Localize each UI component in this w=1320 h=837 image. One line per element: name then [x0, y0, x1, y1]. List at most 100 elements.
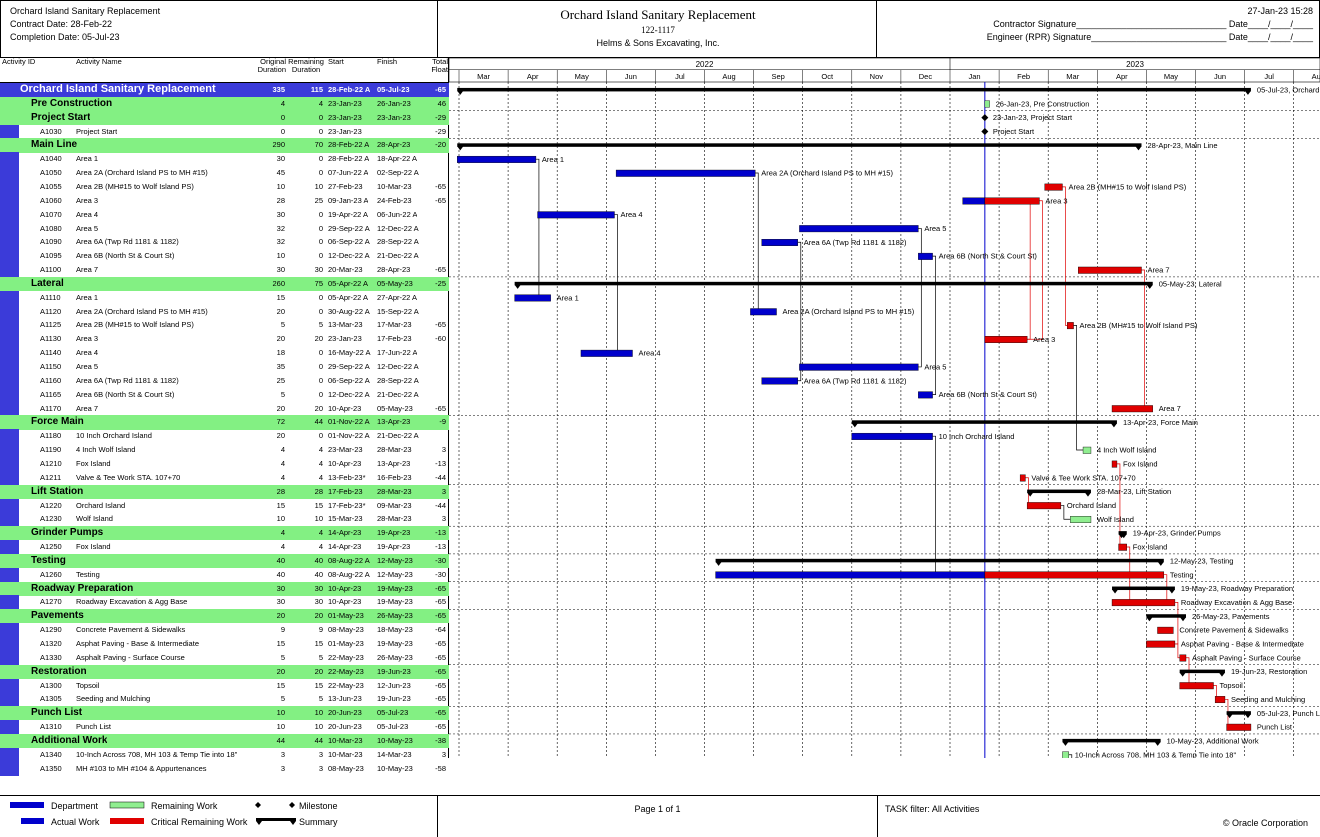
cell-activity-name: Restoration [31, 665, 87, 677]
col-remaining-duration[interactable]: Remaining Duration [287, 58, 325, 82]
table-row[interactable]: A1340 10-Inch Across 708, MH 103 & Temp T… [0, 748, 449, 762]
col-original-duration[interactable]: Original Duration [250, 58, 286, 82]
cell-remaining-duration: 0 [318, 292, 323, 302]
group-row[interactable]: Grinder Pumps 4 4 14-Apr-23 19-Apr-23 -13 [0, 526, 449, 541]
table-row[interactable]: A1220 Orchard Island 15 15 17-Feb-23* 09-Mar-… [0, 499, 449, 513]
cell-activity-id: A1090 [40, 237, 62, 247]
cell-total-float: -65 [435, 403, 446, 413]
cell-remaining-duration: 44 [314, 735, 323, 745]
table-row[interactable]: A1320 Asphat Paving - Base & Intermediate… [0, 637, 449, 651]
table-row[interactable]: A1300 Topsoil 15 15 22-May-23 12-Jun-23 -65 [0, 679, 449, 693]
group-row[interactable]: Punch List 10 10 20-Jun-23 05-Jul-23 -65 [0, 706, 449, 721]
table-row[interactable]: A1230 Wolf Island 10 10 15-Mar-23 28-Mar-23 3 [0, 512, 449, 526]
table-row[interactable]: A1180 10 Inch Orchard Island 20 0 01-Nov-22 … [0, 429, 449, 443]
table-row[interactable]: A1070 Area 4 30 0 19-Apr-22 A 06-Jun-22 A [0, 208, 449, 222]
table-row[interactable]: A1150 Area 5 35 0 29-Sep-22 A 12-Dec-22 A [0, 360, 449, 374]
cell-start: 17-Feb-23* [328, 500, 366, 510]
group-row[interactable]: Main Line 290 70 28-Feb-22 A 28-Apr-23 -20 [0, 138, 449, 153]
bar-label: 10-Inch Across 708, MH 103 & Temp Tie in… [1075, 750, 1237, 758]
cell-remaining-duration: 0 [318, 251, 323, 261]
cell-finish: 09-Mar-23 [377, 500, 412, 510]
cell-total-float: -44 [435, 472, 446, 482]
table-row[interactable]: A1310 Punch List 10 10 20-Jun-23 05-Jul-23 -65 [0, 720, 449, 734]
cell-activity-name: Roadway Excavation & Agg Base [76, 597, 188, 607]
table-row[interactable]: A1060 Area 3 28 25 09-Jan-23 A 24-Feb-23 -65 [0, 194, 449, 208]
cell-finish: 13-Apr-23 [377, 417, 411, 427]
summary-bar [851, 420, 1117, 424]
table-row[interactable]: A1305 Seeding and Mulching 5 5 13-Jun-23 19-J… [0, 692, 449, 706]
cell-original-duration: 10 [276, 722, 285, 732]
table-row[interactable]: A1130 Area 3 20 20 23-Jan-23 17-Feb-23 -60 [0, 332, 449, 346]
cell-start: 29-Sep-22 A [328, 362, 370, 371]
cell-original-duration: 4 [280, 528, 285, 538]
cell-original-duration: 25 [276, 375, 285, 385]
table-row[interactable]: A1350 MH #103 to MH #104 & Appurtenances 3… [0, 762, 449, 776]
table-row[interactable]: A1160 Area 6A (Twp Rd 1181 & 1182) 25 0 06-S… [0, 374, 449, 388]
table-row[interactable]: A1270 Roadway Excavation & Agg Base 30 30 10… [0, 595, 449, 609]
group-row[interactable]: Additional Work 44 44 10-Mar-23 10-May-23 -38 [0, 733, 449, 749]
table-row[interactable]: A1095 Area 6B (North St & Court St) 10 0 12-… [0, 249, 449, 263]
group-row[interactable]: Project Start 0 0 23-Jan-23 23-Jan-23 -29 [0, 110, 449, 125]
col-total-float[interactable]: Total Float [425, 58, 448, 82]
group-row[interactable]: Pavements 20 20 01-May-23 26-May-23 -65 [0, 609, 449, 624]
table-row[interactable]: A1211 Valve & Tee Work STA. 107+70 4 4 13-Fe… [0, 471, 449, 485]
cell-original-duration: 9 [280, 625, 285, 635]
indent-strip [0, 318, 19, 333]
bar-label: Area 6A (Twp Rd 1181 & 1182) [804, 238, 907, 247]
cell-activity-name: Lateral [31, 277, 64, 289]
group-row[interactable]: Lateral 260 75 05-Apr-22 A 05-May-23 -25 [0, 276, 449, 292]
cell-start: 20-Jun-23 [328, 708, 362, 718]
actual-bar [761, 377, 798, 385]
cell-total-float: 3 [441, 514, 446, 524]
relationship-line [750, 172, 759, 312]
group-row[interactable]: Testing 40 40 08-Aug-22 A 12-May-23 -30 [0, 553, 449, 569]
group-row[interactable]: Pre Construction 4 4 23-Jan-23 26-Jan-23 46 [0, 96, 449, 111]
table-row[interactable]: A1040 Area 1 30 0 28-Feb-22 A 18-Apr-22 A [0, 152, 449, 166]
cell-remaining-duration: 0 [318, 431, 323, 441]
table-row[interactable]: A1030 Project Start 0 0 23-Jan-23 -29 [0, 125, 449, 139]
table-row[interactable]: A1290 Concrete Pavement & Sidewalks 9 9 08-M… [0, 623, 449, 637]
table-row[interactable]: A1125 Area 2B (MH#15 to Wolf Island PS) 5 5… [0, 318, 449, 332]
bar-label: 05-Jul-23, Punch List [1257, 709, 1320, 718]
cell-activity-name: Orchard Island Sanitary Replacement [20, 83, 216, 95]
cell-activity-id: A1060 [40, 195, 62, 205]
group-row[interactable]: Force Main 72 44 01-Nov-22 A 13-Apr-23 -9 [0, 415, 449, 430]
table-row[interactable]: A1260 Testing 40 40 08-Aug-22 A 12-May-23 -30 [0, 568, 449, 582]
table-row[interactable]: A1250 Fox Island 4 4 14-Apr-23 19-Apr-23 -13 [0, 540, 449, 554]
col-activity-id[interactable]: Activity ID [2, 58, 42, 82]
group-row[interactable]: Roadway Preparation 30 30 10-Apr-23 19-May-2… [0, 581, 449, 596]
table-row[interactable]: A1080 Area 5 32 0 29-Sep-22 A 12-Dec-22 A [0, 222, 449, 236]
table-row[interactable]: A1210 Fox Island 4 4 10-Apr-23 13-Apr-23 -13 [0, 457, 449, 471]
month-label: Jun [1214, 72, 1226, 81]
table-row[interactable]: A1100 Area 7 30 30 20-Mar-23 28-Apr-23 -65 [0, 263, 449, 277]
bar-label: Area 2B (MH#15 to Wolf Island PS) [1080, 321, 1198, 330]
bar-label: Area 4 [638, 349, 660, 358]
cell-start: 10-Apr-23 [328, 583, 362, 593]
col-start[interactable]: Start [328, 58, 373, 82]
cell-remaining-duration: 0 [318, 348, 323, 358]
summary-cap-end [1110, 423, 1117, 428]
group-row[interactable]: Restoration 20 20 22-May-23 19-Jun-23 -65 [0, 664, 449, 679]
cell-finish: 18-Apr-22 A [377, 154, 418, 164]
cell-activity-id: A1180 [40, 431, 62, 441]
cell-activity-name: Area 2A (Orchard Island PS to MH #15) [76, 168, 208, 178]
table-row[interactable]: A1190 4 Inch Wolf Island 4 4 23-Mar-23 28-Mar… [0, 443, 449, 457]
col-activity-name[interactable]: Activity Name [76, 58, 236, 82]
project-row[interactable]: Orchard Island Sanitary Replacement 335 11… [0, 83, 449, 98]
cell-original-duration: 28 [276, 486, 285, 496]
cell-finish: 27-Apr-22 A [377, 292, 418, 302]
table-row[interactable]: A1120 Area 2A (Orchard Island PS to MH #1… [0, 305, 449, 319]
table-row[interactable]: A1050 Area 2A (Orchard Island PS to MH #1… [0, 166, 449, 180]
table-row[interactable]: A1110 Area 1 15 0 05-Apr-22 A 27-Apr-22 A [0, 291, 449, 305]
col-finish[interactable]: Finish [377, 58, 422, 82]
table-row[interactable]: A1330 Asphalt Paving - Surface Course 5 5 22… [0, 651, 449, 665]
table-row[interactable]: A1090 Area 6A (Twp Rd 1181 & 1182) 32 0 06-S… [0, 235, 449, 249]
milestone-diamond [981, 127, 989, 135]
group-row[interactable]: Lift Station 28 28 17-Feb-23 28-Mar-23 3 [0, 484, 449, 499]
table-row[interactable]: A1165 Area 6B (North St & Court St) 5 0 12-D… [0, 388, 449, 402]
table-row[interactable]: A1055 Area 2B (MH#15 to Wolf Island PS) 10… [0, 180, 449, 194]
table-row[interactable]: A1140 Area 4 18 0 16-May-22 A 17-Jun-22 A [0, 346, 449, 360]
indent-strip [0, 429, 19, 444]
cell-start: 10-Apr-23 [328, 458, 362, 468]
table-row[interactable]: A1170 Area 7 20 20 10-Apr-23 05-May-23 -65 [0, 402, 449, 416]
